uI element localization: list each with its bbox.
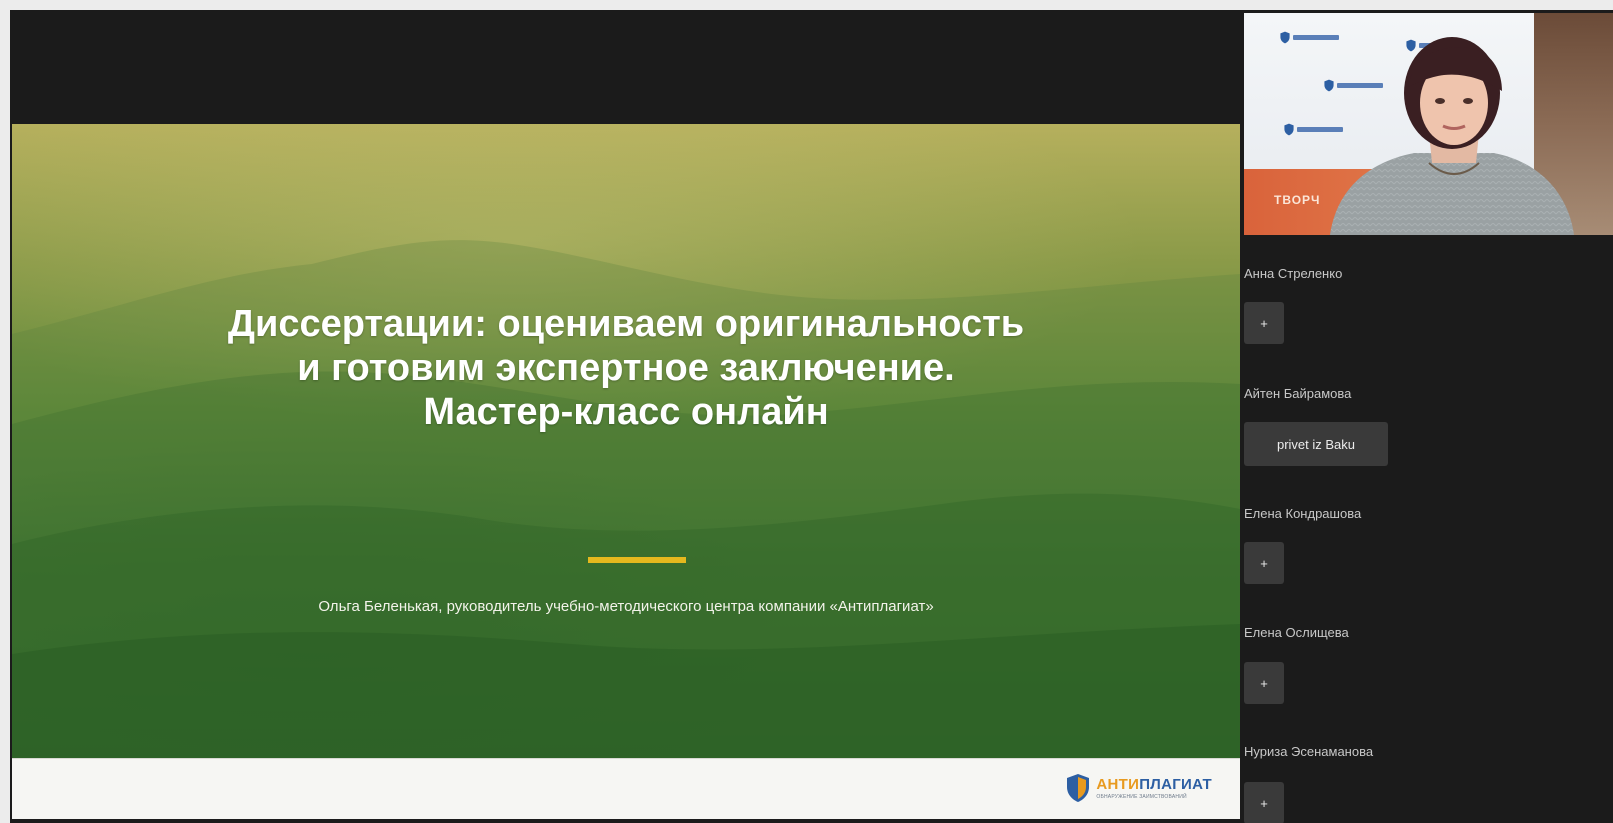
slide-background [12, 124, 1240, 758]
chat-author: Айтен Байрамова [1244, 386, 1352, 401]
chat-author: Елена Кондрашова [1244, 506, 1362, 521]
logo-tagline: ОБНАРУЖЕНИЕ ЗАИМСТВОВАНИЙ [1096, 794, 1187, 800]
video-conference-screen: Диссертации: оцениваем оригинальность и … [10, 10, 1613, 823]
chat-message: + [1244, 542, 1284, 584]
chat-message: + [1244, 782, 1284, 823]
chat-message: + [1244, 662, 1284, 704]
shield-icon [1067, 774, 1090, 802]
presenter-webcam: ТВОРЧ [1244, 13, 1613, 235]
chat-message: privet iz Baku [1244, 422, 1388, 466]
antiplagiat-logo: АНТИПЛАГИАТ ОБНАРУЖЕНИЕ ЗАИМСТВОВАНИЙ [1066, 773, 1212, 803]
slide-title-line: и готовим экспертное заключение. [297, 347, 955, 389]
slide-subtitle: Ольга Беленькая, руководитель учебно-мет… [318, 598, 934, 615]
slide-title: Диссертации: оцениваем оригинальность и … [12, 302, 1240, 434]
mountains-image [12, 240, 1240, 758]
slide-footer: АНТИПЛАГИАТ ОБНАРУЖЕНИЕ ЗАИМСТВОВАНИЙ [12, 758, 1240, 819]
slide-title-line: Диссертации: оцениваем оригинальность [227, 303, 1025, 345]
presenter-person-image [1330, 37, 1574, 235]
chat-author: Нуриза Эсенаманова [1244, 744, 1374, 759]
logo-text-prefix: АНТИ [1096, 776, 1140, 793]
slide-title-line: Мастер-класс онлайн [423, 391, 829, 433]
slide-divider [588, 557, 686, 563]
chat-author: Елена Ослищева [1244, 625, 1349, 640]
logo-text: АНТИПЛАГИАТ [1096, 776, 1212, 793]
chat-author: Анна Стреленко [1244, 266, 1343, 281]
chat-message: + [1244, 302, 1284, 344]
shared-slide: Диссертации: оцениваем оригинальность и … [12, 124, 1240, 823]
logo-text-suffix: ПЛАГИАТ [1139, 776, 1212, 793]
